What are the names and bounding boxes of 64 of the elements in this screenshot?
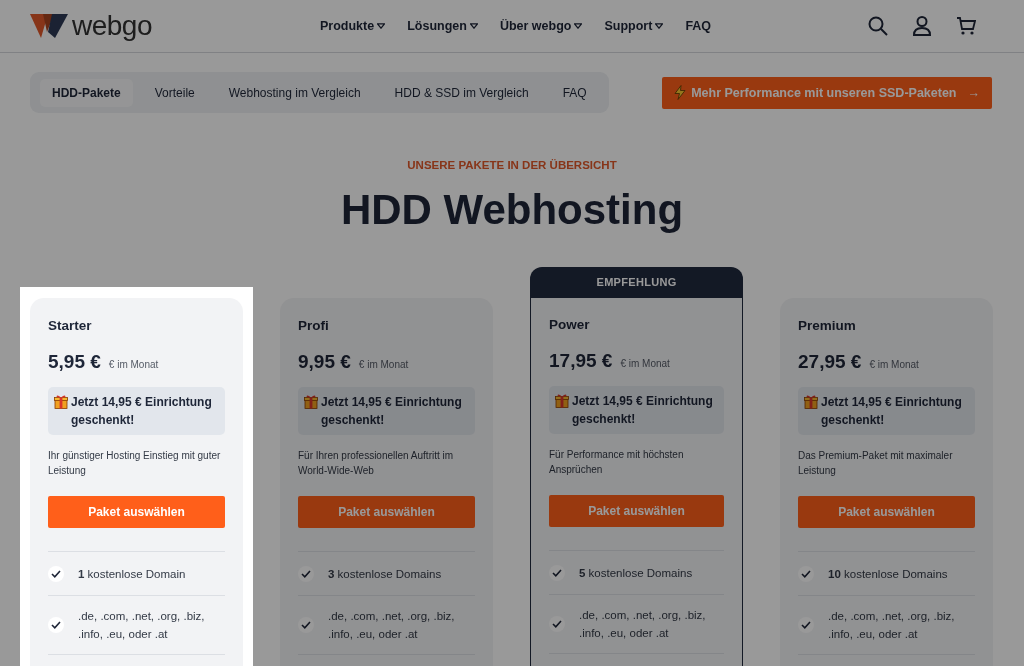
- section-eyebrow: UNSERE PAKETE IN DER ÜBERSICHT: [406, 159, 618, 171]
- price-unit: € im Monat: [108, 359, 159, 370]
- feature-text: 5 kostenlose Domains: [579, 566, 693, 581]
- recommendation-badge: EMPFEHLUNG: [530, 267, 743, 298]
- gift-icon: [555, 393, 569, 408]
- price-unit: € im Monat: [358, 359, 409, 370]
- section-tab[interactable]: Vorteile: [142, 78, 207, 107]
- nav-link[interactable]: FAQ: [685, 19, 712, 33]
- plan-name: Starter: [48, 318, 93, 333]
- check-icon: [798, 566, 814, 582]
- select-plan-button[interactable]: Paket auswählen: [48, 496, 225, 528]
- gift-icon: [804, 394, 818, 409]
- logo-icon[interactable]: [30, 14, 68, 38]
- section-tab[interactable]: HDD & SSD im Vergleich: [382, 78, 541, 107]
- check-icon: [298, 566, 314, 582]
- plan-name: Profi: [298, 318, 330, 333]
- feature-text: 1 kostenlose Domain: [78, 567, 186, 582]
- nav-link[interactable]: Support: [604, 19, 664, 33]
- feature-text: .de, .com, .net, .org, .biz, .info, .eu, oder .at: [828, 609, 956, 642]
- caret-icon: [655, 23, 664, 29]
- caret-icon: [574, 23, 583, 29]
- promo-text: Jetzt 14,95 € Einrichtung geschenkt!: [572, 393, 714, 428]
- plan-price: 17,95 €: [549, 350, 613, 372]
- gift-icon: [304, 394, 318, 409]
- plan-name: Power: [549, 317, 591, 332]
- page-title: HDD Webhosting: [339, 186, 685, 234]
- lightning-icon: [674, 85, 687, 100]
- user-icon[interactable]: [913, 16, 931, 36]
- promo-text: Jetzt 14,95 € Einrichtung geschenkt!: [321, 394, 463, 429]
- feature-text: .de, .com, .net, .org, .biz, .info, .eu, oder .at: [579, 608, 707, 641]
- nav-link[interactable]: Über webgo: [499, 19, 583, 33]
- caret-icon: [469, 23, 478, 29]
- plan-name: Premium: [798, 318, 857, 333]
- check-icon: [48, 617, 64, 633]
- plan-description: Ihr günstiger Hosting Einstieg mit guter Leistung: [48, 449, 222, 478]
- check-icon: [48, 566, 64, 582]
- caret-icon: [377, 23, 386, 29]
- check-icon: [798, 617, 814, 633]
- check-icon: [298, 617, 314, 633]
- nav-link[interactable]: Lösungen: [407, 19, 478, 33]
- search-icon[interactable]: [868, 16, 888, 36]
- plan-price: 5,95 €: [48, 351, 101, 373]
- section-tab[interactable]: HDD-Pakete: [40, 78, 133, 107]
- plan-description: Das Premium-Paket mit maximaler Leistung: [798, 449, 954, 478]
- price-unit: € im Monat: [620, 358, 670, 369]
- price-unit: € im Monat: [869, 359, 919, 370]
- plan-price: 27,95 €: [798, 351, 862, 373]
- promo-text: Jetzt 14,95 € Einrichtung geschenkt!: [821, 394, 963, 429]
- section-tab[interactable]: Webhosting im Vergleich: [216, 78, 373, 107]
- feature-text: 10 kostenlose Domains: [828, 567, 948, 582]
- feature-text: .de, .com, .net, .org, .biz, .info, .eu, oder .at: [328, 609, 456, 642]
- feature-text: .de, .com, .net, .org, .biz, .info, .eu, oder .at: [78, 609, 206, 642]
- promo-text: Jetzt 14,95 € Einrichtung geschenkt!: [71, 394, 213, 429]
- nav-link[interactable]: Produkte: [320, 19, 386, 33]
- section-tab[interactable]: FAQ: [550, 78, 599, 107]
- feature-text: 3 kostenlose Domains: [328, 567, 442, 582]
- plan-description: Für Performance mit höchsten Ansprüchen: [549, 448, 685, 477]
- cart-icon[interactable]: [956, 16, 976, 36]
- gift-icon: [54, 394, 68, 409]
- logo-text[interactable]: webgo: [72, 10, 152, 42]
- check-icon: [549, 565, 565, 581]
- plan-price: 9,95 €: [298, 351, 351, 373]
- check-icon: [549, 616, 565, 632]
- plan-description: Für Ihren professionellen Auftritt im World-Wide-Web: [298, 449, 455, 478]
